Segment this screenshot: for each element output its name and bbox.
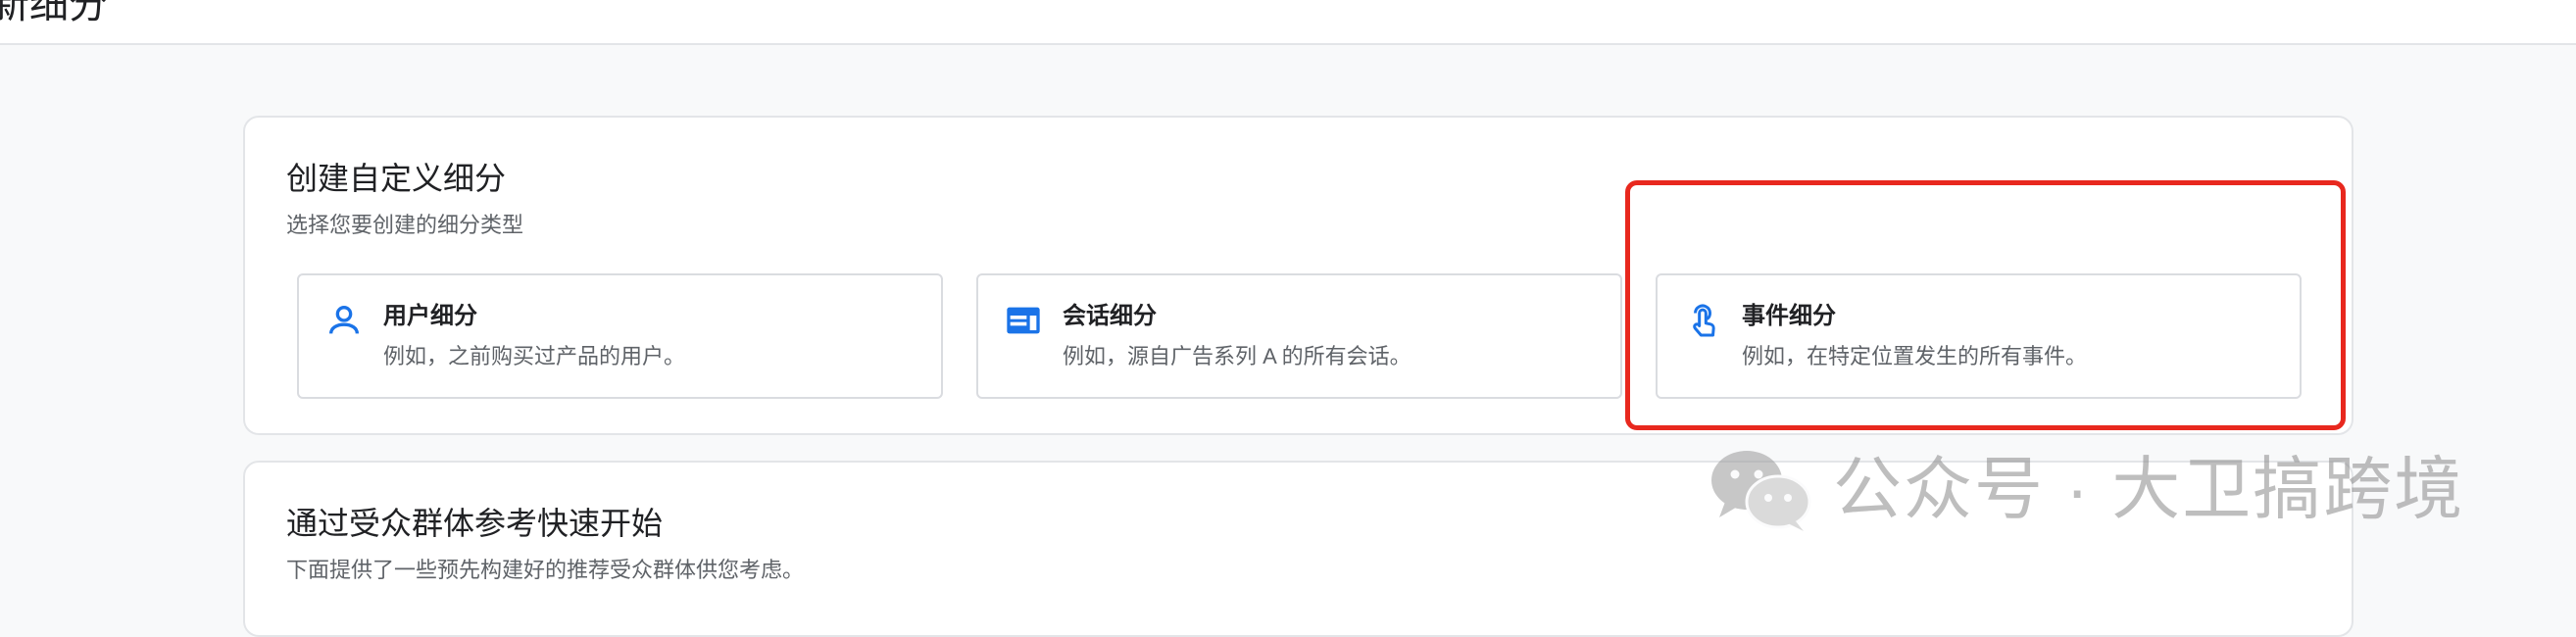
event-segment-title: 事件细分 xyxy=(1742,303,1836,329)
session-segment-title: 会话细分 xyxy=(1063,303,1157,329)
event-segment-option[interactable]: 事件细分 例如，在特定位置发生的所有事件。 xyxy=(1656,273,2302,399)
session-segment-option[interactable]: 会话细分 例如，源自广告系列 A 的所有会话。 xyxy=(976,273,1622,399)
create-segment-title: 创建自定义细分 xyxy=(286,161,507,196)
touch-icon xyxy=(1693,304,1715,337)
audience-quick-start-card: 通过受众群体参考快速开始 下面提供了一些预先构建好的推荐受众群体供您考虑。 xyxy=(243,461,2353,637)
user-segment-option[interactable]: 用户细分 例如，之前购买过产品的用户。 xyxy=(297,273,943,399)
person-icon xyxy=(329,306,359,334)
user-segment-description: 例如，之前购买过产品的用户。 xyxy=(383,344,686,368)
quick-start-title: 通过受众群体参考快速开始 xyxy=(286,506,664,541)
user-segment-title: 用户细分 xyxy=(383,303,477,329)
create-segment-subtitle: 选择您要创建的细分类型 xyxy=(286,213,524,237)
top-bar: 新细分 xyxy=(0,0,2576,45)
page-title: 新细分 xyxy=(0,0,108,26)
session-segment-description: 例如，源自广告系列 A 的所有会话。 xyxy=(1063,344,1412,368)
quick-start-subtitle: 下面提供了一些预先构建好的推荐受众群体供您考虑。 xyxy=(286,558,805,582)
event-segment-description: 例如，在特定位置发生的所有事件。 xyxy=(1742,344,2088,368)
session-icon xyxy=(1007,307,1040,334)
